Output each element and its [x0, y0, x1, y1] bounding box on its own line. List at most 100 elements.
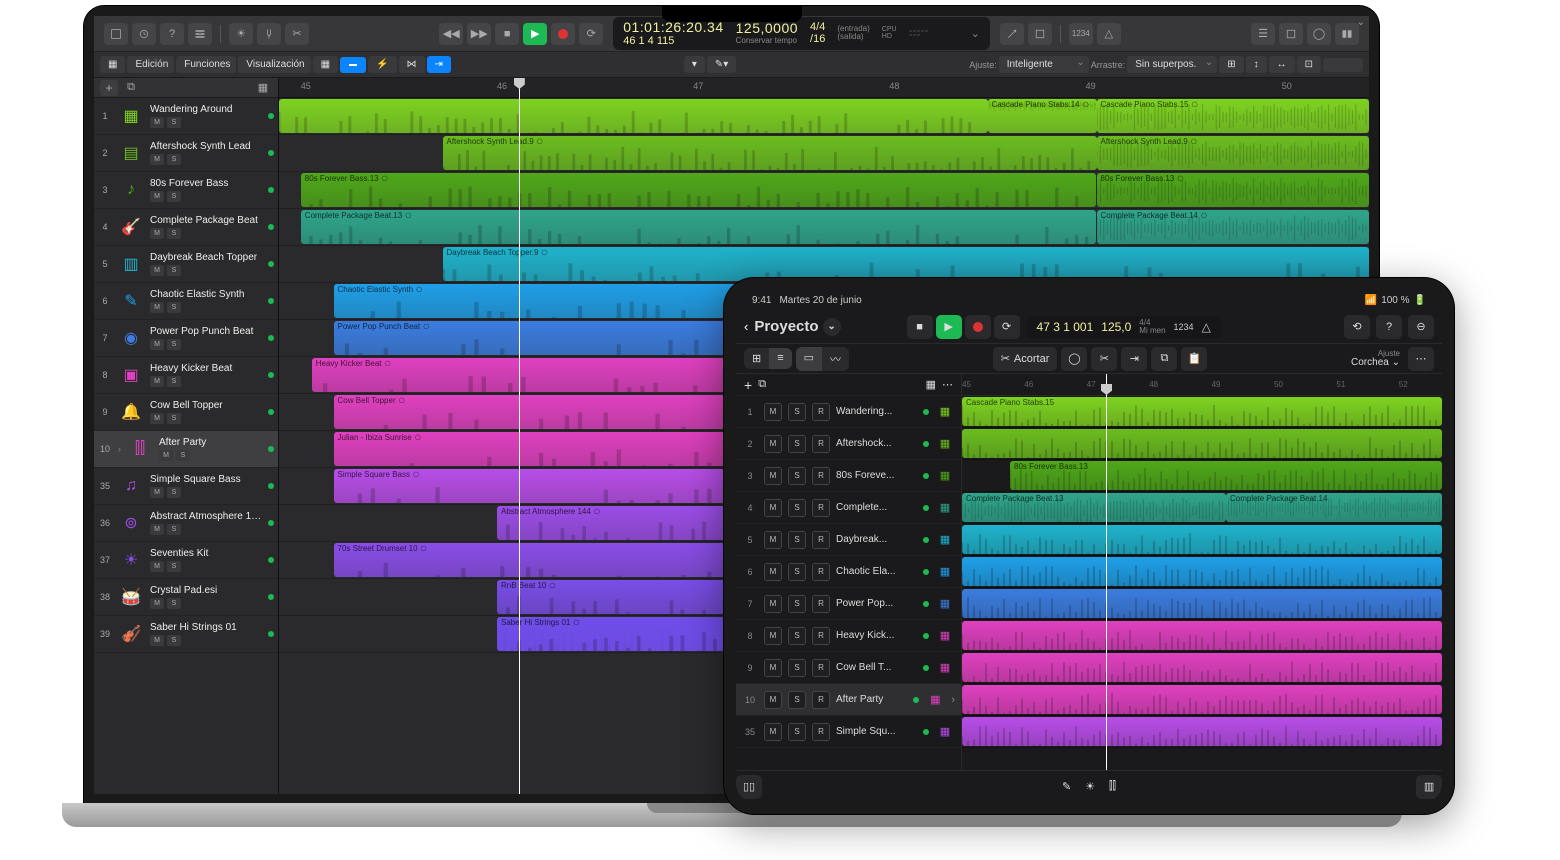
- track-enable-dot[interactable]: [268, 520, 274, 526]
- track-enable-dot[interactable]: [913, 697, 919, 703]
- track-enable-dot[interactable]: [923, 537, 929, 543]
- keyboard-button[interactable]: ▥: [1416, 775, 1442, 799]
- view-menu[interactable]: Visualización: [238, 56, 310, 73]
- back-button[interactable]: ‹: [744, 319, 748, 334]
- ipad-playhead[interactable]: [1106, 374, 1107, 770]
- mute-button[interactable]: M: [150, 154, 164, 165]
- track-enable-dot[interactable]: [923, 505, 929, 511]
- audio-region[interactable]: 80s Forever Bass.13: [1010, 461, 1442, 490]
- ipad-track-row[interactable]: 6 M S R Chaotic Ela... ▦: [736, 556, 961, 588]
- mute-button[interactable]: M: [150, 413, 164, 424]
- sliders-tool[interactable]: ⫿⫿: [1109, 780, 1116, 793]
- solo-button[interactable]: S: [167, 302, 181, 313]
- solo-button[interactable]: S: [167, 117, 181, 128]
- join-tool-button[interactable]: ⇥: [1121, 347, 1147, 371]
- mute-button[interactable]: M: [764, 723, 782, 741]
- zoom-h-button[interactable]: ↔: [1269, 56, 1295, 73]
- audio-region[interactable]: [962, 557, 1442, 586]
- link-button[interactable]: ⋈: [399, 56, 425, 73]
- audio-region[interactable]: 80s Forever Bass.13⎔: [1097, 173, 1370, 207]
- ipad-lcd[interactable]: 47 3 1 001 125,0 4/4 Mi men 1234 △: [1027, 316, 1221, 338]
- track-row[interactable]: 10 › ⫿⫿ After Party M S: [94, 431, 278, 468]
- solo-button[interactable]: S: [788, 403, 806, 421]
- library-button[interactable]: [104, 23, 128, 45]
- list-editors-button[interactable]: ☰: [1251, 23, 1275, 45]
- waveform-zoom-button[interactable]: ⊞: [1219, 56, 1243, 73]
- track-enable-dot[interactable]: [268, 557, 274, 563]
- mute-button[interactable]: M: [764, 627, 782, 645]
- solo-button[interactable]: S: [167, 191, 181, 202]
- mute-button[interactable]: M: [159, 450, 173, 461]
- ipad-track-row[interactable]: 9 M S R Cow Bell T... ▦: [736, 652, 961, 684]
- track-row[interactable]: 5 ▥ Daybreak Beach Topper M S: [94, 246, 278, 283]
- help-button[interactable]: ?: [160, 23, 184, 45]
- track-row[interactable]: 7 ◉ Power Pop Punch Beat M S: [94, 320, 278, 357]
- track-row[interactable]: 39 🎻 Saber Hi Strings 01 M S: [94, 616, 278, 653]
- audio-region[interactable]: [962, 429, 1442, 458]
- record-enable-button[interactable]: R: [812, 595, 830, 613]
- solo-button[interactable]: S: [788, 499, 806, 517]
- ipad-track-row[interactable]: 7 M S R Power Pop... ▦: [736, 588, 961, 620]
- mute-button[interactable]: M: [150, 598, 164, 609]
- forward-button[interactable]: ▶▶: [467, 23, 491, 45]
- record-enable-button[interactable]: R: [812, 499, 830, 517]
- track-enable-dot[interactable]: [268, 150, 274, 156]
- functions-menu[interactable]: Funciones: [176, 56, 236, 73]
- automation-button[interactable]: [340, 57, 366, 73]
- track-row[interactable]: 3 ♪ 80s Forever Bass M S: [94, 172, 278, 209]
- record-button[interactable]: [551, 23, 575, 45]
- record-enable-button[interactable]: R: [812, 435, 830, 453]
- track-row[interactable]: 37 ☀ Seventies Kit M S: [94, 542, 278, 579]
- solo-button[interactable]: S: [167, 598, 181, 609]
- track-enable-dot[interactable]: [268, 631, 274, 637]
- solo-button[interactable]: S: [167, 154, 181, 165]
- more-button[interactable]: ⋯: [1408, 347, 1434, 371]
- ipad-track-row[interactable]: 3 M S R 80s Foreve... ▦: [736, 460, 961, 492]
- solo-button[interactable]: S: [788, 723, 806, 741]
- split-tool-button[interactable]: ✂: [1091, 347, 1117, 371]
- mute-button[interactable]: M: [764, 659, 782, 677]
- trim-button[interactable]: ✂ Acortar: [993, 347, 1058, 371]
- view-segment[interactable]: ⊞ ≡: [744, 348, 792, 369]
- mute-button[interactable]: M: [150, 635, 164, 646]
- track-enable-dot[interactable]: [268, 298, 274, 304]
- track-enable-dot[interactable]: [923, 633, 929, 639]
- track-row[interactable]: 2 ▤ Aftershock Synth Lead M S: [94, 135, 278, 172]
- track-enable-dot[interactable]: [268, 372, 274, 378]
- audio-region[interactable]: Complete Package Beat.13⎔: [301, 210, 1097, 244]
- ipad-filter-button[interactable]: ▦: [926, 378, 936, 391]
- zoom-v-button[interactable]: ↕: [1246, 56, 1267, 73]
- paste-button[interactable]: 📋: [1181, 347, 1207, 371]
- solo-button[interactable]: S: [167, 339, 181, 350]
- browser-button[interactable]: [1335, 23, 1359, 45]
- global-tracks-button[interactable]: ▦: [254, 80, 272, 96]
- duplicate-track-button[interactable]: ⧉: [122, 80, 140, 96]
- track-enable-dot[interactable]: [268, 446, 274, 452]
- mute-button[interactable]: M: [764, 403, 782, 421]
- track-enable-dot[interactable]: [268, 261, 274, 267]
- copy-button[interactable]: ⧉: [1151, 347, 1177, 371]
- display-mode-button[interactable]: ☀: [229, 23, 253, 45]
- audio-region[interactable]: Daybreak Beach Topper.9⎔: [443, 247, 1370, 281]
- ruler[interactable]: 454647484950: [279, 78, 1369, 98]
- audio-region[interactable]: [962, 621, 1442, 650]
- audio-region[interactable]: 80s Forever Bass.13⎔: [301, 173, 1097, 207]
- track-enable-dot[interactable]: [268, 187, 274, 193]
- track-row[interactable]: 6 ✎ Chaotic Elastic Synth M S: [94, 283, 278, 320]
- solo-button[interactable]: S: [176, 450, 190, 461]
- ipad-track-row[interactable]: 5 M S R Daybreak... ▦: [736, 524, 961, 556]
- solo-button[interactable]: S: [167, 524, 181, 535]
- solo-button[interactable]: S: [167, 413, 181, 424]
- track-enable-dot[interactable]: [923, 473, 929, 479]
- audio-region[interactable]: Cascade Piano Stabs.15⎔: [1097, 99, 1370, 133]
- mute-button[interactable]: M: [150, 117, 164, 128]
- mute-button[interactable]: M: [764, 691, 782, 709]
- track-enable-dot[interactable]: [923, 441, 929, 447]
- solo-button[interactable]: S: [167, 265, 181, 276]
- audio-region[interactable]: [962, 653, 1442, 682]
- track-enable-dot[interactable]: [268, 113, 274, 119]
- pointer-tool[interactable]: ▾: [684, 56, 705, 73]
- mixer-button[interactable]: ▯▯: [736, 775, 762, 799]
- audio-region[interactable]: [279, 99, 988, 133]
- metronome-button[interactable]: △: [1097, 23, 1121, 45]
